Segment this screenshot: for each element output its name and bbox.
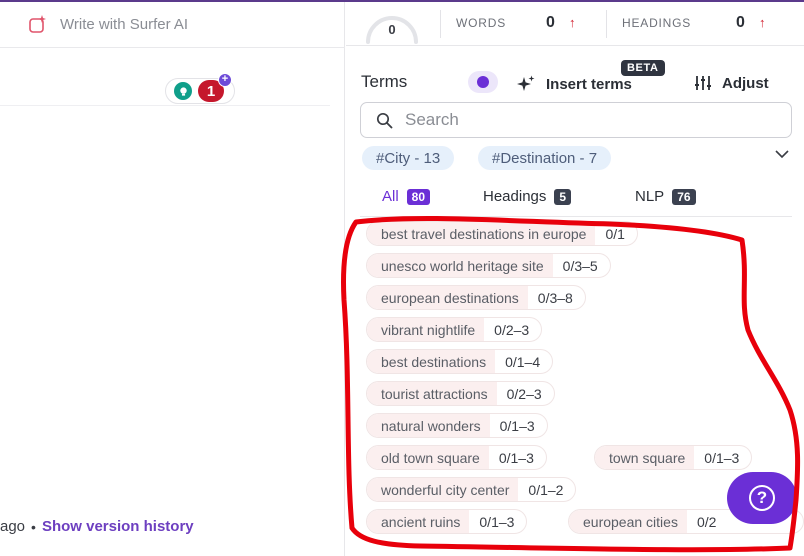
term-name: natural wonders bbox=[367, 414, 490, 437]
version-history-bar: ago • Show version history bbox=[0, 518, 194, 535]
chevron-down-icon[interactable] bbox=[774, 148, 790, 160]
term-count: 0/2–3 bbox=[506, 385, 542, 402]
hashtag-chip-destination[interactable]: #Destination - 7 bbox=[478, 146, 612, 170]
term-name: wonderful city center bbox=[367, 478, 519, 501]
last-saved-text: ago bbox=[0, 518, 26, 535]
term-chip[interactable]: wonderful city center 0/1–2 bbox=[366, 477, 577, 502]
sparkles-icon bbox=[517, 75, 535, 91]
term-count: 0/1–4 bbox=[505, 353, 541, 370]
suggestions-count: 1 bbox=[206, 82, 216, 100]
guidelines-pane: 0 WORDS 0 ↑ HEADINGS 0 ↑ Terms Insert te… bbox=[346, 2, 804, 556]
terms-tabs: All 80 Headings 5 NLP 76 bbox=[346, 182, 804, 218]
ai-sparkle-icon bbox=[29, 15, 46, 33]
term-count: 0/1–3 bbox=[479, 513, 515, 530]
terms-title: Terms bbox=[361, 72, 408, 91]
term-name: tourist attractions bbox=[367, 382, 497, 405]
term-name: vibrant nightlife bbox=[367, 318, 485, 341]
tab-nlp[interactable]: NLP 76 bbox=[635, 188, 696, 205]
toggle-knob bbox=[477, 76, 489, 88]
term-count: 0/2 bbox=[696, 513, 717, 530]
tab-label: Headings bbox=[483, 188, 547, 205]
term-count: 0/1–3 bbox=[704, 449, 740, 466]
term-chip[interactable]: unesco world heritage site 0/3–5 bbox=[366, 253, 611, 278]
words-arrow-up-icon: ↑ bbox=[569, 15, 576, 30]
term-chip[interactable]: best travel destinations in europe 0/1 bbox=[366, 221, 638, 246]
words-label: WORDS bbox=[456, 16, 506, 30]
suggestions-count-badge[interactable]: 1 + bbox=[198, 73, 232, 102]
term-chip[interactable]: best destinations 0/1–4 bbox=[366, 349, 554, 374]
term-chip[interactable]: vibrant nightlife 0/2–3 bbox=[366, 317, 543, 342]
term-count: 0/3–5 bbox=[562, 257, 598, 274]
term-count: 0/2–3 bbox=[494, 321, 530, 338]
stats-bar: 0 WORDS 0 ↑ HEADINGS 0 ↑ bbox=[346, 2, 804, 46]
content-score-value: 0 bbox=[388, 22, 396, 37]
term-name: best travel destinations in europe bbox=[367, 222, 596, 245]
term-count: 0/1 bbox=[605, 225, 625, 242]
insert-terms-label: Insert terms bbox=[546, 75, 632, 93]
tab-count-badge: 76 bbox=[672, 188, 696, 205]
term-count: 0/1–2 bbox=[528, 481, 564, 498]
divider bbox=[606, 10, 607, 38]
tab-label: NLP bbox=[635, 188, 665, 205]
tab-label: All bbox=[382, 188, 399, 205]
divider bbox=[0, 47, 345, 48]
term-chip[interactable]: tourist attractions 0/2–3 bbox=[366, 381, 555, 406]
divider bbox=[0, 105, 330, 106]
headings-arrow-up-icon: ↑ bbox=[759, 15, 766, 30]
term-name: european destinations bbox=[367, 286, 528, 309]
term-name: european cities bbox=[569, 510, 687, 533]
tab-count-badge: 5 bbox=[554, 188, 572, 205]
term-name: best destinations bbox=[367, 350, 496, 373]
plus-icon: + bbox=[218, 73, 232, 87]
sliders-icon bbox=[695, 76, 711, 90]
assistant-pill[interactable]: 1 + bbox=[165, 73, 235, 104]
headings-value: 0 bbox=[736, 14, 745, 31]
hashtag-chip-city[interactable]: #City - 13 bbox=[362, 146, 455, 170]
term-chip[interactable]: town square 0/1–3 bbox=[594, 445, 753, 470]
lightbulb-icon[interactable] bbox=[174, 82, 192, 100]
help-button[interactable]: ? bbox=[727, 472, 797, 524]
term-chip[interactable]: natural wonders 0/1–3 bbox=[366, 413, 548, 438]
separator-dot: • bbox=[31, 518, 36, 535]
tab-headings[interactable]: Headings 5 bbox=[483, 188, 572, 205]
tab-count-badge: 80 bbox=[406, 188, 431, 205]
write-with-ai-button[interactable]: Write with Surfer AI bbox=[28, 12, 188, 36]
term-chip[interactable]: old town square 0/1–3 bbox=[366, 445, 547, 470]
headings-label: HEADINGS bbox=[622, 16, 692, 30]
divider bbox=[440, 10, 441, 38]
words-value: 0 bbox=[546, 14, 555, 31]
term-chip[interactable]: ancient ruins 0/1–3 bbox=[366, 509, 528, 534]
show-version-history-link[interactable]: Show version history bbox=[42, 518, 194, 535]
beta-badge: BETA bbox=[621, 60, 665, 76]
search-input[interactable] bbox=[405, 110, 765, 130]
adjust-button[interactable]: Adjust bbox=[694, 74, 769, 92]
search-icon bbox=[376, 112, 393, 128]
editor-pane: Write with Surfer AI 1 + ago • Show vers… bbox=[0, 2, 345, 556]
tab-all[interactable]: All 80 bbox=[382, 188, 431, 205]
term-count: 0/1–3 bbox=[498, 449, 534, 466]
term-name: ancient ruins bbox=[367, 510, 470, 533]
adjust-label: Adjust bbox=[722, 74, 769, 92]
write-with-ai-label: Write with Surfer AI bbox=[60, 15, 189, 33]
term-name: old town square bbox=[367, 446, 489, 469]
insert-terms-button[interactable]: Insert terms bbox=[516, 74, 632, 94]
tabs-underline bbox=[360, 216, 792, 217]
term-count: 0/1–3 bbox=[499, 417, 535, 434]
term-name: town square bbox=[595, 446, 695, 469]
term-count: 0/3–8 bbox=[537, 289, 573, 306]
terms-toggle[interactable] bbox=[468, 71, 498, 93]
term-name: unesco world heritage site bbox=[367, 254, 553, 277]
question-icon: ? bbox=[749, 485, 775, 511]
term-chip[interactable]: european destinations 0/3–8 bbox=[366, 285, 586, 310]
terms-search[interactable] bbox=[360, 102, 792, 138]
